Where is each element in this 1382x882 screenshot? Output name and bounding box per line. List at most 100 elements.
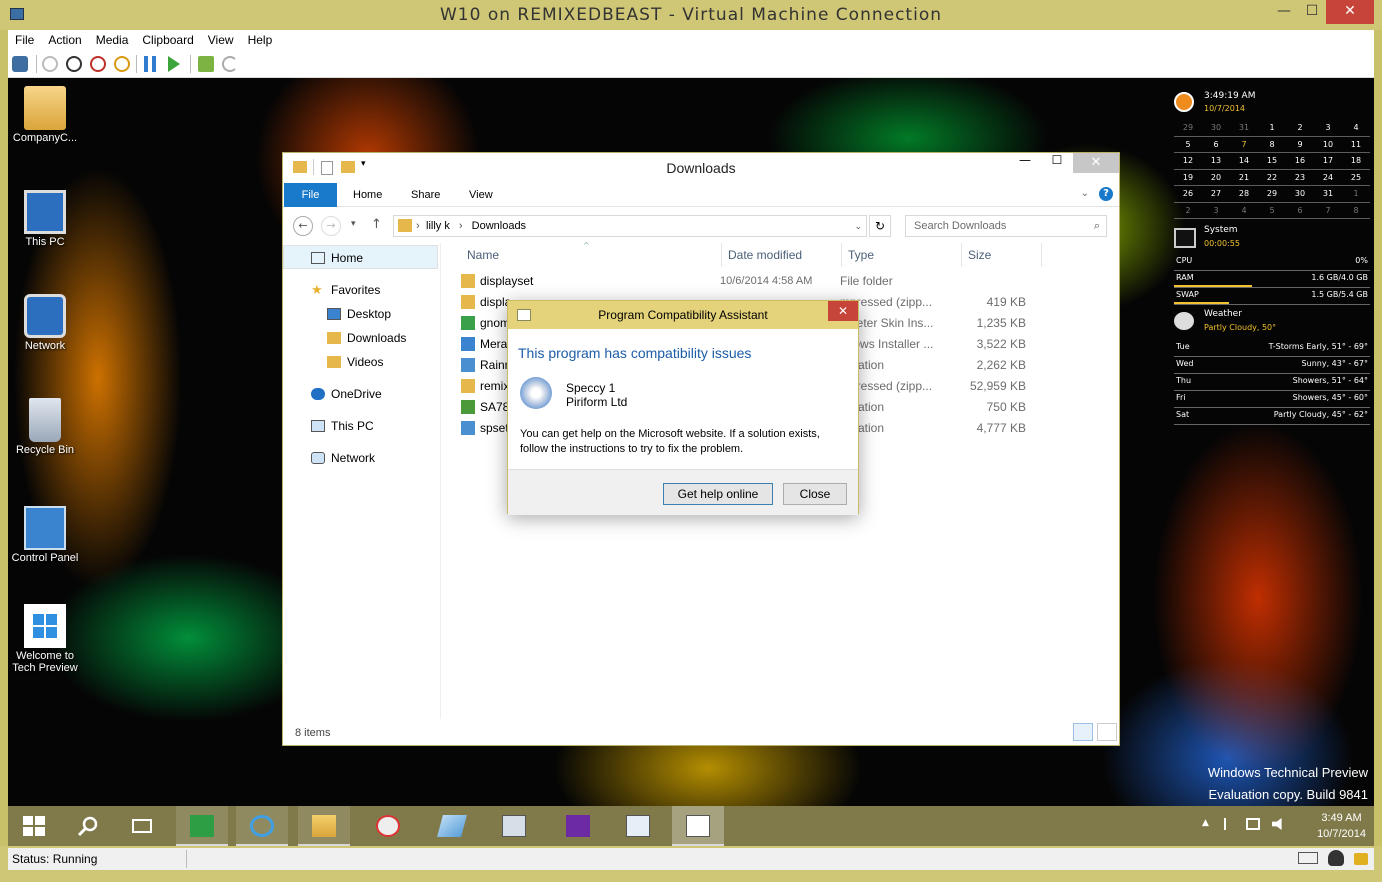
calendar-day: 19 bbox=[1182, 172, 1194, 182]
calendar-day: 27 bbox=[1210, 189, 1222, 198]
taskbar-file-explorer[interactable] bbox=[298, 806, 350, 846]
dialog-message: You can get help on the Microsoft websit… bbox=[520, 428, 820, 455]
taskbar-tool-1[interactable] bbox=[362, 806, 414, 846]
nav-desktop[interactable]: Desktop bbox=[327, 307, 391, 321]
column-size[interactable]: Size bbox=[968, 248, 991, 262]
column-type[interactable]: Type bbox=[848, 248, 874, 262]
star-icon: ★ bbox=[311, 282, 323, 297]
forward-button[interactable]: → bbox=[321, 216, 341, 236]
revert-icon[interactable] bbox=[222, 56, 238, 72]
nav-favorites[interactable]: ★ Favorites bbox=[311, 283, 380, 297]
desktop-icon-recycle-bin[interactable]: Recycle Bin bbox=[8, 398, 82, 456]
column-separator[interactable] bbox=[841, 243, 842, 267]
taskbar-store[interactable] bbox=[176, 806, 228, 846]
search-button[interactable] bbox=[62, 806, 114, 846]
recent-locations-icon[interactable]: ▾ bbox=[351, 219, 356, 229]
flag-icon[interactable] bbox=[1224, 818, 1234, 830]
watermark-line2: Evaluation copy. Build 9841 bbox=[1208, 787, 1368, 802]
pause-icon[interactable] bbox=[144, 56, 156, 72]
windows-logo-icon bbox=[24, 604, 66, 648]
close-button[interactable]: Close bbox=[783, 483, 847, 505]
resume-icon[interactable] bbox=[168, 56, 180, 72]
large-icons-view-button[interactable] bbox=[1097, 723, 1117, 741]
get-help-online-button[interactable]: Get help online bbox=[663, 483, 773, 505]
calendar-day: 15 bbox=[1266, 156, 1278, 165]
explorer-close-button[interactable]: ✕ bbox=[1073, 153, 1119, 173]
taskbar-clock[interactable]: 3:49 AM 10/7/2014 bbox=[1317, 810, 1366, 842]
taskbar-calculator[interactable] bbox=[488, 806, 540, 846]
address-dropdown-icon[interactable]: ⌄ bbox=[854, 216, 862, 236]
vm-minimize-button[interactable]: — bbox=[1270, 0, 1298, 24]
vm-maximize-button[interactable]: ☐ bbox=[1298, 0, 1326, 24]
forecast-text: Showers, 51° - 64° bbox=[1292, 376, 1368, 385]
keyboard-icon bbox=[1298, 852, 1318, 864]
save-icon[interactable] bbox=[114, 56, 130, 72]
desktop-icon-network[interactable]: Network bbox=[8, 294, 82, 352]
forecast-day: Tue bbox=[1176, 342, 1190, 351]
menu-help[interactable]: Help bbox=[241, 33, 280, 47]
shut-down-icon[interactable] bbox=[90, 56, 106, 72]
menu-view[interactable]: View bbox=[201, 33, 241, 47]
internet-explorer-icon bbox=[250, 815, 274, 837]
start-icon[interactable] bbox=[42, 56, 58, 72]
nav-downloads[interactable]: Downloads bbox=[327, 331, 406, 345]
watermark-line1: Windows Technical Preview bbox=[1207, 765, 1368, 780]
ctrl-alt-del-icon[interactable] bbox=[12, 56, 28, 72]
explorer-minimize-button[interactable]: — bbox=[1011, 153, 1039, 173]
taskbar-tool-2[interactable] bbox=[426, 806, 478, 846]
start-button[interactable] bbox=[8, 806, 60, 846]
up-arrow-icon[interactable]: ↑ bbox=[371, 217, 382, 232]
show-hidden-icons-icon[interactable]: ▲ bbox=[1202, 818, 1209, 828]
menu-media[interactable]: Media bbox=[89, 33, 136, 47]
desktop-icon-company[interactable]: CompanyC... bbox=[8, 86, 82, 144]
nav-this-pc[interactable]: This PC bbox=[311, 419, 374, 433]
search-input[interactable]: Search Downloads ⌕ bbox=[905, 215, 1107, 237]
column-date-modified[interactable]: Date modified bbox=[728, 248, 802, 262]
menu-action[interactable]: Action bbox=[41, 33, 88, 47]
address-bar[interactable]: › lilly k › Downloads ⌄ bbox=[393, 215, 867, 237]
column-name[interactable]: Name bbox=[467, 248, 499, 262]
breadcrumb-user[interactable]: lilly k bbox=[426, 220, 450, 232]
column-separator[interactable] bbox=[1041, 243, 1042, 267]
vm-close-button[interactable]: ✕ bbox=[1326, 0, 1374, 24]
taskbar-internet-explorer[interactable] bbox=[236, 806, 288, 846]
back-button[interactable]: ← bbox=[293, 216, 313, 236]
magnifier-tool-icon bbox=[376, 815, 400, 837]
control-panel-icon bbox=[24, 506, 66, 550]
explorer-maximize-button[interactable]: ☐ bbox=[1043, 153, 1071, 173]
nav-onedrive[interactable]: OneDrive bbox=[311, 387, 382, 401]
volume-muted-icon[interactable] bbox=[1272, 818, 1282, 830]
tab-view[interactable]: View bbox=[469, 183, 493, 207]
breadcrumb-downloads[interactable]: Downloads bbox=[472, 220, 526, 232]
tab-home[interactable]: Home bbox=[353, 183, 382, 207]
menu-file[interactable]: File bbox=[8, 33, 41, 47]
taskbar-active-app[interactable] bbox=[672, 806, 724, 846]
nav-home[interactable]: Home bbox=[311, 251, 363, 265]
column-separator[interactable] bbox=[721, 243, 722, 267]
turn-off-icon[interactable] bbox=[66, 56, 82, 72]
nav-videos[interactable]: Videos bbox=[327, 355, 383, 369]
taskbar-performance[interactable] bbox=[612, 806, 664, 846]
file-icon bbox=[461, 379, 475, 393]
tab-share[interactable]: Share bbox=[411, 183, 440, 207]
desktop-icon-this-pc[interactable]: This PC bbox=[8, 190, 82, 248]
tab-file[interactable]: File bbox=[284, 183, 337, 207]
taskbar-monitor[interactable] bbox=[552, 806, 604, 846]
desktop-icon-welcome[interactable]: Welcome to Tech Preview bbox=[8, 604, 82, 674]
details-view-button[interactable] bbox=[1073, 723, 1093, 741]
file-name: SA78 bbox=[480, 400, 510, 414]
forecast-text: T-Storms Early, 51° - 69° bbox=[1268, 342, 1368, 351]
expand-ribbon-icon[interactable]: ⌄ bbox=[1081, 188, 1089, 199]
help-icon[interactable]: ? bbox=[1099, 187, 1113, 201]
nav-network[interactable]: Network bbox=[311, 451, 375, 465]
desktop-icon-control-panel[interactable]: Control Panel bbox=[8, 506, 82, 564]
menu-clipboard[interactable]: Clipboard bbox=[135, 33, 200, 47]
dialog-close-x-button[interactable]: ✕ bbox=[828, 301, 858, 321]
file-row[interactable]: displayset 10/6/2014 4:58 AM File folder bbox=[453, 271, 1053, 292]
calendar-day: 17 bbox=[1322, 156, 1334, 165]
task-view-button[interactable] bbox=[118, 806, 170, 846]
network-tray-icon[interactable] bbox=[1246, 818, 1260, 830]
column-separator[interactable] bbox=[961, 243, 962, 267]
refresh-button[interactable]: ↻ bbox=[869, 215, 891, 237]
checkpoint-icon[interactable] bbox=[198, 56, 214, 72]
